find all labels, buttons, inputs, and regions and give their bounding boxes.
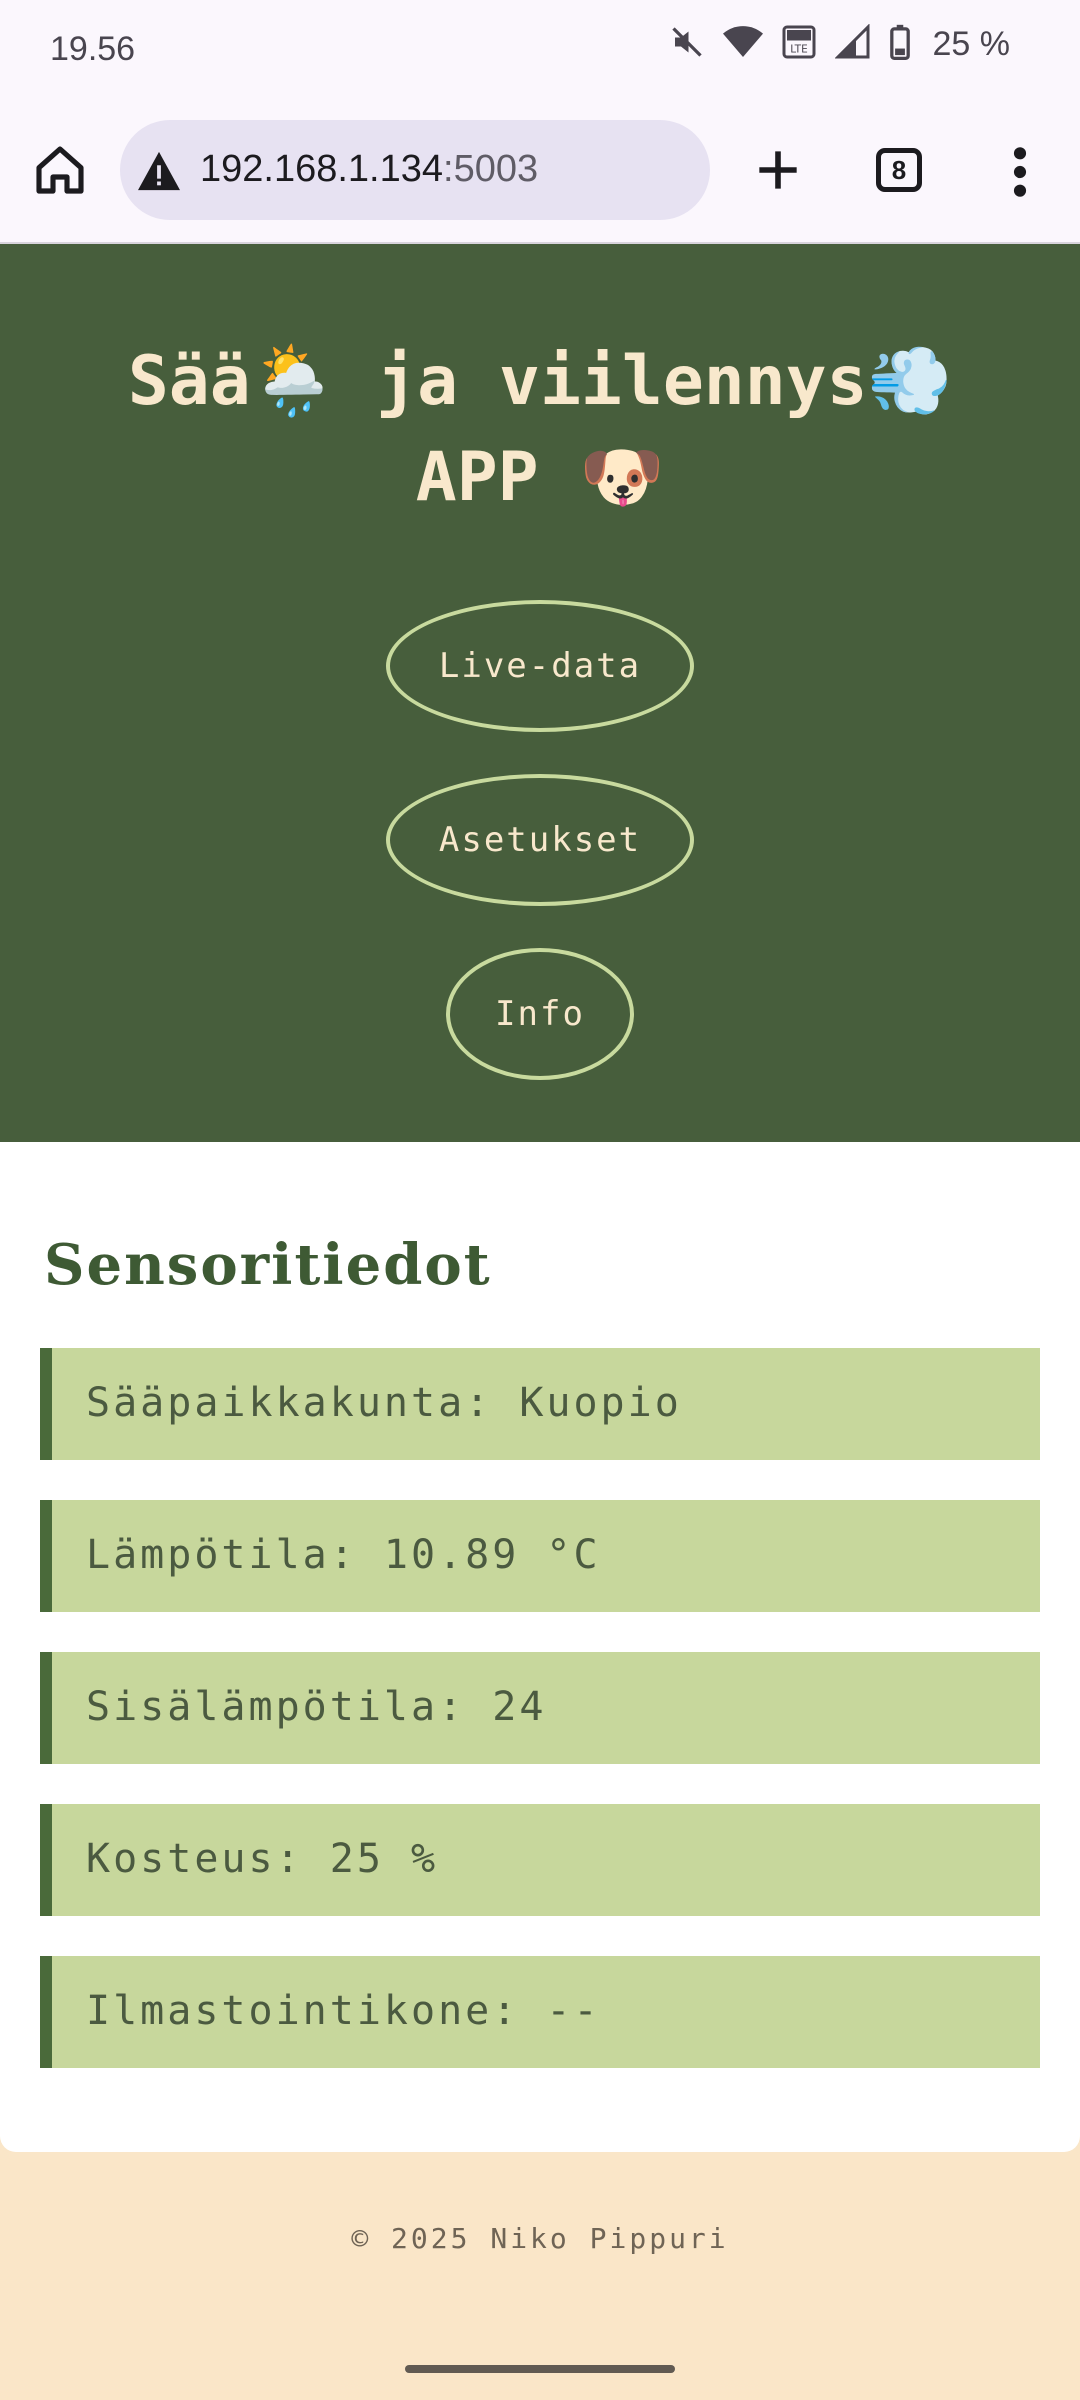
sensor-row-location: Sääpaikkakunta: Kuopio [40, 1348, 1040, 1460]
battery-percentage: 25 % [932, 25, 1011, 63]
signal-icon [833, 23, 871, 65]
url-port: :5003 [443, 148, 539, 190]
sensor-card: Sensoritiedot Sääpaikkakunta: Kuopio Läm… [0, 1142, 1080, 2152]
footer-copyright: © 2025 Niko Pippuri [351, 2222, 729, 2255]
new-tab-icon[interactable] [750, 142, 806, 198]
url-bar[interactable]: 192.168.1.134:5003 [120, 120, 710, 220]
sensor-humidity-text: Kosteus: 25 % [86, 1836, 439, 1882]
sensor-row-ac: Ilmastointikone: -- [40, 1956, 1040, 2068]
home-indicator[interactable] [405, 2365, 675, 2373]
sensor-ac-text: Ilmastointikone: -- [86, 1988, 601, 2034]
sensor-row-indoor-temperature: Sisälämpötila: 24 [40, 1652, 1040, 1764]
sensor-indoor-temperature-text: Sisälämpötila: 24 [86, 1684, 547, 1730]
app-title-line1: Sää🌦️ ja viilennys💨 [127, 342, 953, 421]
more-menu-icon[interactable] [1008, 144, 1032, 200]
sensor-location-text: Sääpaikkakunta: Kuopio [86, 1380, 682, 1426]
nav-asetukset-button[interactable]: Asetukset [386, 774, 694, 906]
card-title: Sensoritiedot [44, 1232, 492, 1298]
svg-text:LTE: LTE [790, 44, 807, 56]
wifi-icon [722, 24, 763, 65]
volte-icon: LTE [781, 24, 817, 65]
status-time: 19.56 [50, 30, 136, 68]
status-bar: 19.56 LTE 25 % [0, 0, 1080, 100]
sensor-row-temperature: Lämpötila: 10.89 °C [40, 1500, 1040, 1612]
url-host: 192.168.1.134 [200, 148, 444, 190]
url-text[interactable]: 192.168.1.134:5003 [200, 148, 538, 191]
tab-count-button[interactable]: 8 [876, 148, 922, 192]
mute-icon [669, 24, 705, 65]
app-header: Sää🌦️ ja viilennys💨 APP 🐶 Live-data Aset… [0, 244, 1080, 1142]
sensor-temperature-text: Lämpötila: 10.89 °C [86, 1532, 601, 1578]
sensor-row-humidity: Kosteus: 25 % [40, 1804, 1040, 1916]
battery-icon [889, 24, 911, 65]
app-title: Sää🌦️ ja viilennys💨 APP 🐶 [20, 334, 1060, 526]
nav-live-data-button[interactable]: Live-data [386, 600, 694, 732]
app-title-line2: APP 🐶 [415, 438, 665, 517]
nav-info-button[interactable]: Info [446, 948, 634, 1080]
browser-toolbar: 192.168.1.134:5003 8 [0, 100, 1080, 244]
warning-icon[interactable] [136, 150, 182, 192]
home-icon[interactable] [32, 142, 88, 198]
status-icons: LTE 25 % [669, 23, 1011, 65]
